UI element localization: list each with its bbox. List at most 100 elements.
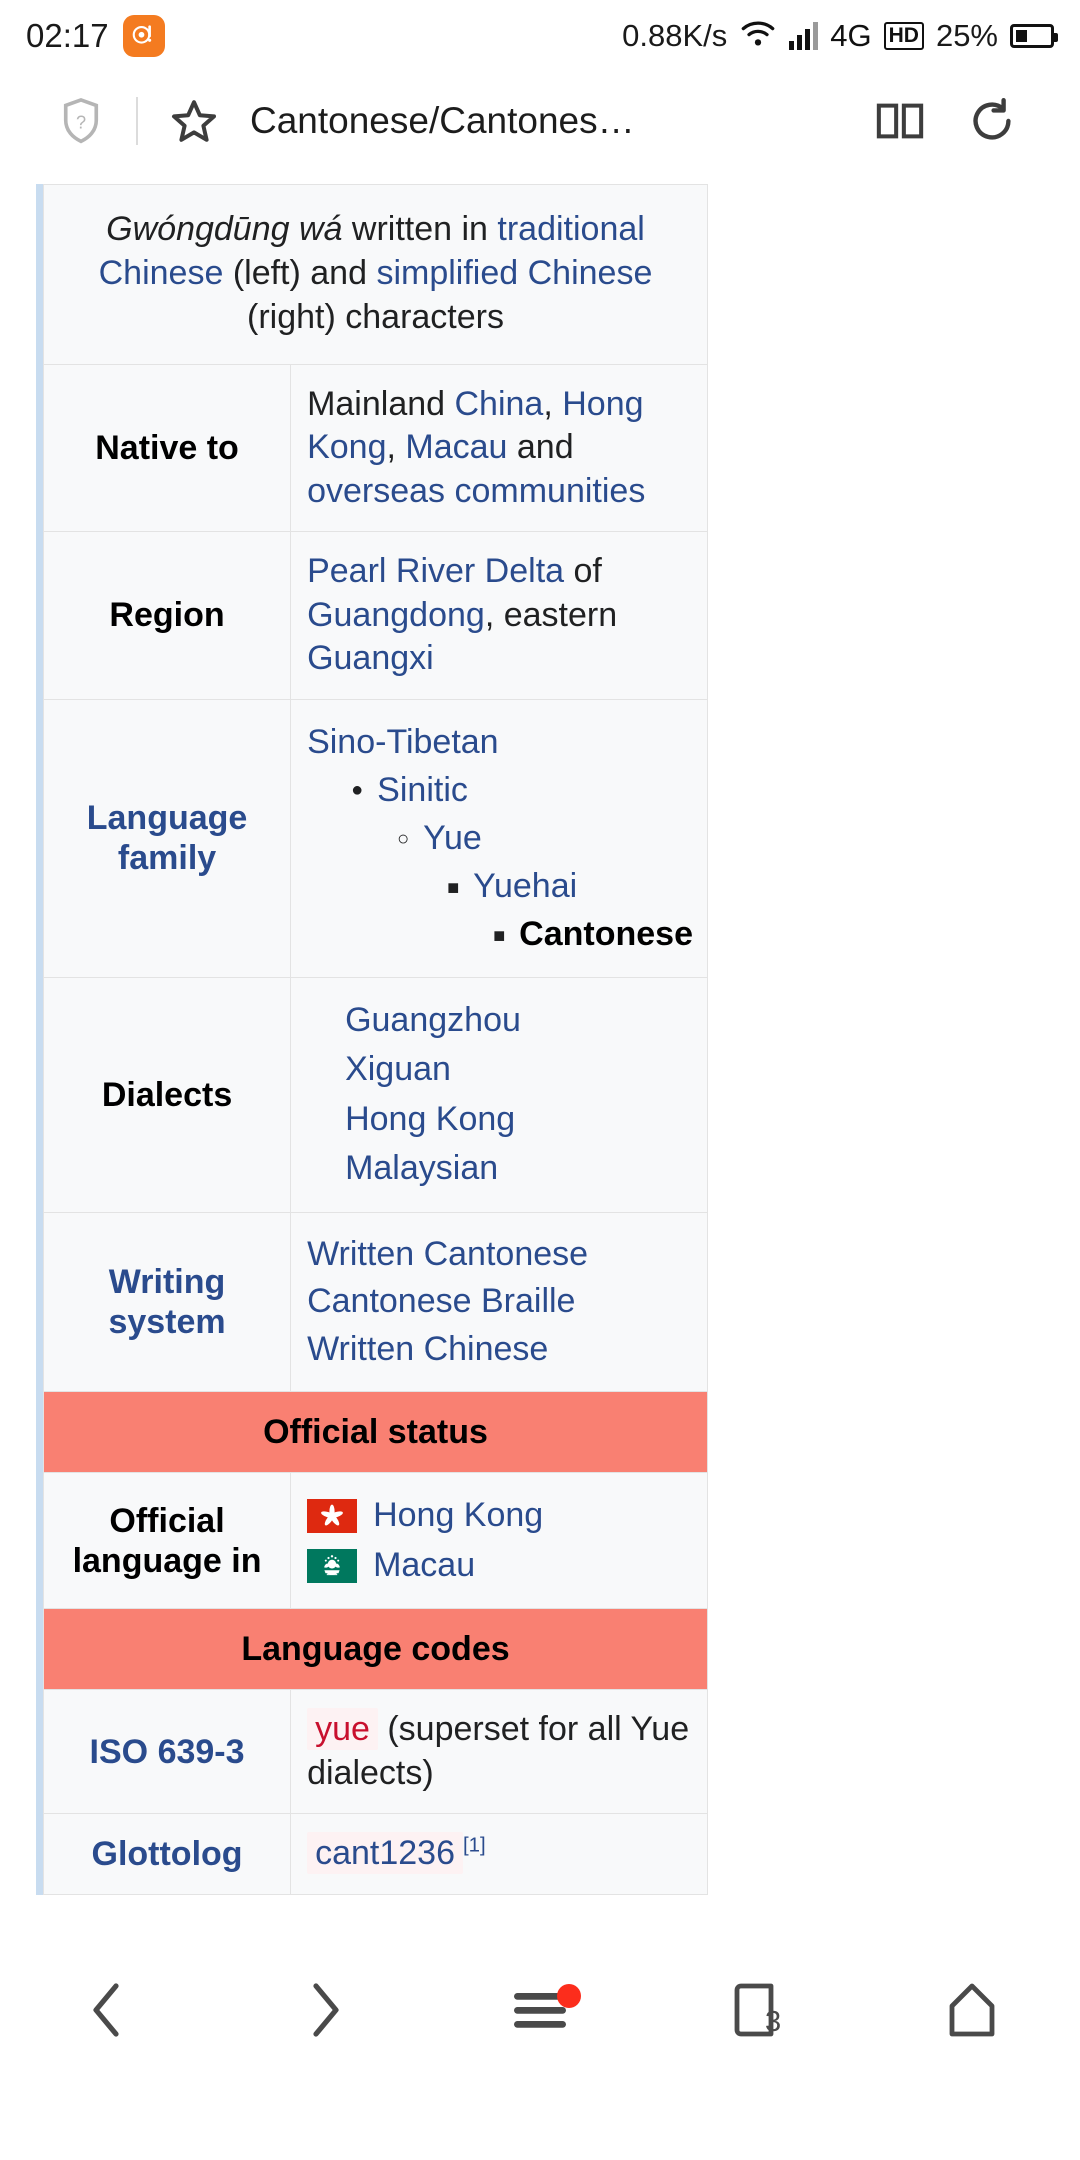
link-overseas-communities[interactable]: overseas communities xyxy=(307,472,645,510)
section-header-language-codes: Language codes xyxy=(43,1608,708,1691)
link-official-macau[interactable]: Macau xyxy=(373,1544,475,1588)
native-to-text-3: , xyxy=(386,428,406,467)
link-dialect-guangzhou[interactable]: Guangzhou xyxy=(345,996,693,1046)
infobox-row-glottolog: Glottolog cant1236 [1] xyxy=(42,1813,708,1895)
tree-level-4: Cantonese xyxy=(493,910,693,958)
native-to-text-1: Mainland xyxy=(307,384,455,423)
back-button[interactable] xyxy=(33,1952,183,2072)
browser-toolbar: ? Cantonese/Cantones… xyxy=(0,72,1080,170)
link-guangxi[interactable]: Guangxi xyxy=(307,639,434,677)
region-text-1: of xyxy=(564,552,602,591)
hong-kong-flag xyxy=(307,1499,358,1534)
current-language-cantonese: Cantonese xyxy=(519,915,693,954)
label-glottolog[interactable]: Glottolog xyxy=(42,1813,292,1895)
glottolog-code[interactable]: cant1236 xyxy=(307,1832,463,1875)
infobox-row-language-family: Language family Sino-Tibetan Sinitic Yue… xyxy=(42,698,708,978)
reader-mode-icon[interactable] xyxy=(872,99,928,143)
battery-percent: 25% xyxy=(935,18,998,53)
link-written-chinese[interactable]: Written Chinese xyxy=(307,1326,693,1374)
qq-notification-icon xyxy=(122,15,165,57)
tree-root: Sino-Tibetan xyxy=(307,718,693,766)
link-dialect-malaysian[interactable]: Malaysian xyxy=(345,1144,693,1194)
label-dialects: Dialects xyxy=(42,976,292,1213)
tabs-count: 3 xyxy=(765,2006,782,2038)
infobox-row-dialects: Dialects Guangzhou Xiguan Hong Kong Mala… xyxy=(42,976,708,1213)
label-language-family[interactable]: Language family xyxy=(42,698,292,978)
link-guangdong[interactable]: Guangdong xyxy=(307,596,485,634)
infobox-caption-row: Gwóngdūng wá written in traditional Chin… xyxy=(43,184,708,365)
status-time: 02:17 xyxy=(26,17,109,54)
reference-marker[interactable]: [1] xyxy=(463,1835,486,1857)
value-glottolog: cant1236 [1] xyxy=(290,1813,708,1895)
link-dialect-hong-kong[interactable]: Hong Kong xyxy=(345,1095,693,1145)
value-language-family: Sino-Tibetan Sinitic Yue Yuehai Cantones… xyxy=(290,698,708,978)
iso-code[interactable]: yue xyxy=(307,1708,378,1751)
value-region: Pearl River Delta of Guangdong, eastern … xyxy=(290,531,708,700)
infobox-row-language-codes-header: Language codes xyxy=(43,1608,708,1691)
value-iso-639-3: yue (superset for all Yue dialects) xyxy=(290,1689,708,1815)
label-native-to: Native to xyxy=(42,363,292,533)
label-iso-639-3[interactable]: ISO 639-3 xyxy=(42,1689,292,1815)
label-official-language-in: Official language in xyxy=(42,1472,292,1610)
link-yue[interactable]: Yue xyxy=(423,819,482,857)
tree-level-3: Yuehai xyxy=(447,862,693,910)
menu-button[interactable] xyxy=(465,1952,615,2072)
tabs-button[interactable]: 3 xyxy=(681,1952,831,2072)
infobox-caption: Gwóngdūng wá written in traditional Chin… xyxy=(43,184,708,365)
link-china[interactable]: China xyxy=(455,385,544,423)
section-header-official-status: Official status xyxy=(43,1391,708,1474)
page-title[interactable]: Cantonese/Cantones… xyxy=(250,100,872,142)
infobox-row-writing-system: Writing system Written Cantonese Cantone… xyxy=(42,1211,708,1393)
hd-badge: HD xyxy=(883,22,924,50)
star-icon[interactable] xyxy=(168,97,220,145)
infobox-table: Gwóngdūng wá written in traditional Chin… xyxy=(42,184,708,1895)
wifi-icon xyxy=(739,19,777,54)
battery-icon xyxy=(1010,24,1058,48)
network-speed: 0.88K/s xyxy=(622,18,728,53)
macau-flag xyxy=(307,1548,358,1583)
value-official-language-in: Hong Kong Macau xyxy=(290,1472,708,1610)
reload-icon[interactable] xyxy=(966,97,1018,145)
link-sinitic[interactable]: Sinitic xyxy=(377,771,468,809)
network-type: 4G xyxy=(830,18,872,53)
value-native-to: Mainland China, Hong Kong, Macau and ove… xyxy=(290,363,708,533)
value-writing-system: Written Cantonese Cantonese Braille Writ… xyxy=(290,1211,708,1393)
link-written-cantonese[interactable]: Written Cantonese xyxy=(307,1231,693,1279)
link-cantonese-braille[interactable]: Cantonese Braille xyxy=(307,1278,693,1326)
forward-button[interactable] xyxy=(249,1952,399,2072)
link-simplified-chinese[interactable]: simplified Chinese xyxy=(376,254,652,292)
svg-text:?: ? xyxy=(76,112,86,132)
infobox-row-region: Region Pearl River Delta of Guangdong, e… xyxy=(42,531,708,700)
home-button[interactable] xyxy=(897,1952,1047,2072)
link-macau[interactable]: Macau xyxy=(405,428,507,466)
chevron-right-icon xyxy=(301,1982,347,2043)
status-bar-right: 0.88K/s 4G HD 25% xyxy=(622,18,1058,54)
official-language-macau: Macau xyxy=(307,1541,693,1591)
label-region: Region xyxy=(42,531,292,700)
tree-level-2: Yue xyxy=(397,814,693,862)
caption-text-1: written in xyxy=(342,210,498,248)
link-dialect-xiguan[interactable]: Xiguan xyxy=(345,1045,693,1095)
link-sino-tibetan[interactable]: Sino-Tibetan xyxy=(307,723,499,761)
status-bar: 02:17 0.88K/s 4G HD 25% xyxy=(0,0,1080,72)
notification-dot xyxy=(557,1984,581,2008)
label-writing-system[interactable]: Writing system xyxy=(42,1211,292,1393)
infobox-row-native-to: Native to Mainland China, Hong Kong, Mac… xyxy=(42,363,708,533)
shield-question-icon[interactable]: ? xyxy=(58,97,104,145)
chevron-left-icon xyxy=(85,1982,131,2043)
tree-level-1: Sinitic xyxy=(351,766,693,814)
language-family-tree: Sino-Tibetan Sinitic Yue Yuehai Cantones… xyxy=(307,718,693,959)
caption-romanization: Gwóngdūng wá xyxy=(106,210,343,248)
link-official-hong-kong[interactable]: Hong Kong xyxy=(373,1494,543,1538)
official-language-hong-kong: Hong Kong xyxy=(307,1491,693,1541)
status-bar-left: 02:17 xyxy=(26,15,165,57)
infobox-row-official-language-in: Official language in Hong Kong Macau xyxy=(42,1472,708,1610)
link-yuehai[interactable]: Yuehai xyxy=(473,867,577,905)
webpage-viewport[interactable]: Gwóngdūng wá written in traditional Chin… xyxy=(0,170,1080,2072)
toolbar-divider xyxy=(136,97,138,145)
link-pearl-river-delta[interactable]: Pearl River Delta xyxy=(307,552,564,590)
native-to-text-2: , xyxy=(543,384,563,423)
native-to-text-4: and xyxy=(507,428,574,467)
infobox-row-official-status-header: Official status xyxy=(43,1391,708,1474)
value-dialects: Guangzhou Xiguan Hong Kong Malaysian xyxy=(290,976,708,1213)
